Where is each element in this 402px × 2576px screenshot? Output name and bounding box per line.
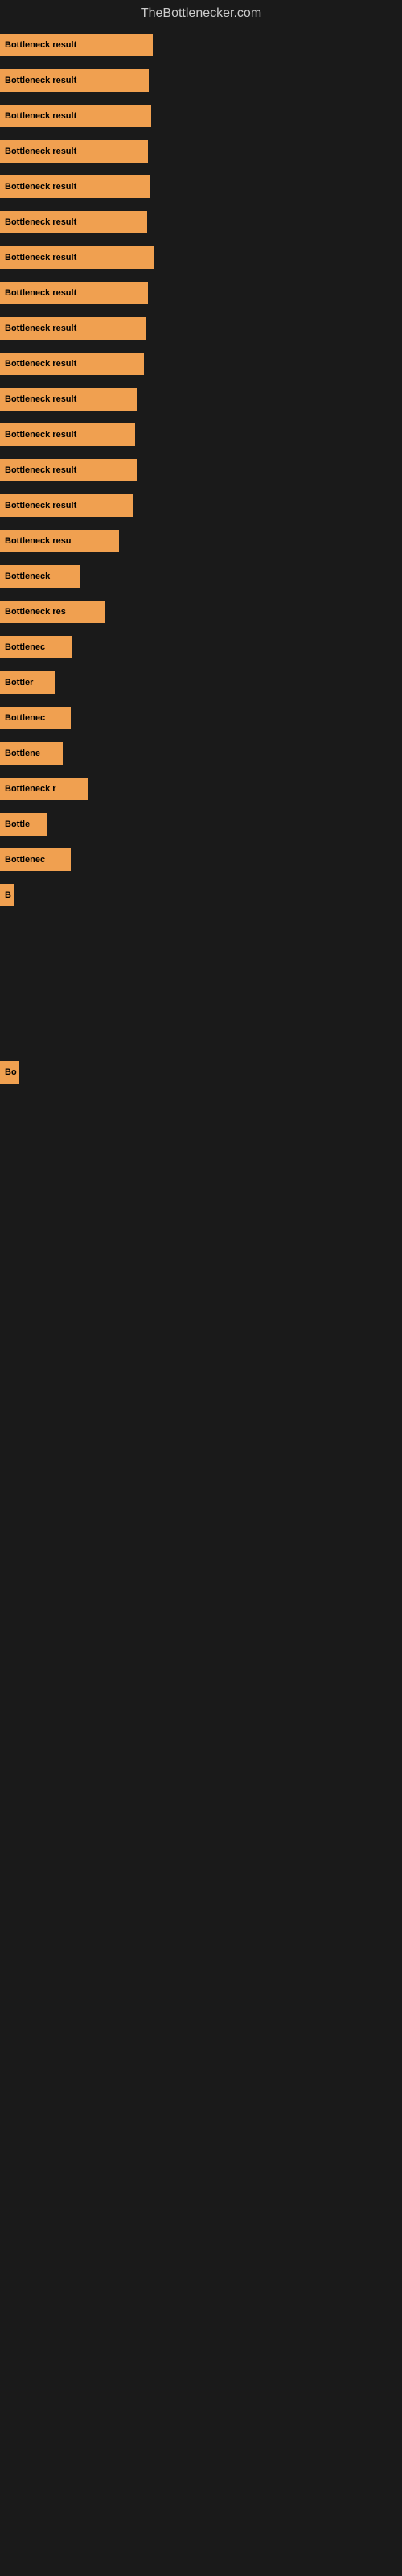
bar-row: B [0, 877, 402, 913]
bar-label: Bottleneck result [0, 388, 137, 411]
bar-row: Bottlene [0, 736, 402, 771]
bar-label: Bottlenec [0, 707, 71, 729]
bar-label: Bottleneck result [0, 494, 133, 517]
bar-row [0, 1019, 402, 1055]
bar-row: Bottleneck result [0, 204, 402, 240]
bar-label: Bo [0, 1061, 19, 1084]
bar-row [0, 1090, 402, 1125]
bar-row [0, 984, 402, 1019]
bar-row: Bottleneck r [0, 771, 402, 807]
bar-row: Bottleneck result [0, 27, 402, 63]
bar-row: Bottleneck result [0, 169, 402, 204]
bar-row: Bottleneck result [0, 488, 402, 523]
bar-label: Bottleneck result [0, 282, 148, 304]
bar-row: Bottleneck res [0, 594, 402, 630]
bar-row: Bottleneck result [0, 275, 402, 311]
bar-label: Bottleneck result [0, 246, 154, 269]
bar-row: Bottleneck result [0, 382, 402, 417]
bar-row: Bo [0, 1055, 402, 1090]
bar-label: Bottleneck result [0, 423, 135, 446]
bar-row: Bottlenec [0, 630, 402, 665]
bar-label: Bottleneck result [0, 459, 137, 481]
bar-label: Bottlenec [0, 848, 71, 871]
bar-row: Bottleneck result [0, 452, 402, 488]
bar-label: B [0, 884, 14, 906]
bar-label: Bottlene [0, 742, 63, 765]
bar-row [0, 1196, 402, 1232]
bar-label: Bottleneck result [0, 34, 153, 56]
bar-row: Bottleneck result [0, 417, 402, 452]
bar-label: Bottleneck [0, 565, 80, 588]
bar-row [0, 1161, 402, 1196]
bar-row: Bottleneck result [0, 346, 402, 382]
bar-row: Bottlenec [0, 700, 402, 736]
bar-label: Bottleneck result [0, 211, 147, 233]
bar-label: Bottleneck result [0, 317, 146, 340]
bar-row [0, 1125, 402, 1161]
bar-label: Bottler [0, 671, 55, 694]
bar-row: Bottleneck result [0, 98, 402, 134]
bar-row [0, 1232, 402, 1267]
bar-row: Bottleneck result [0, 240, 402, 275]
bar-label: Bottleneck result [0, 140, 148, 163]
site-title: TheBottlenecker.com [0, 0, 402, 27]
bar-row: Bottleneck result [0, 311, 402, 346]
bar-row: Bottleneck result [0, 134, 402, 169]
bar-label: Bottleneck result [0, 353, 144, 375]
bar-row [0, 948, 402, 984]
bar-label: Bottleneck result [0, 105, 151, 127]
bar-label: Bottleneck resu [0, 530, 119, 552]
bar-label: Bottleneck res [0, 601, 105, 623]
bar-label: Bottleneck result [0, 175, 150, 198]
bar-row: Bottler [0, 665, 402, 700]
bars-container: Bottleneck result Bottleneck result Bottle… [0, 27, 402, 1267]
bar-row: Bottleneck result [0, 63, 402, 98]
bar-label: Bottleneck r [0, 778, 88, 800]
bar-row: Bottle [0, 807, 402, 842]
bar-row: Bottleneck [0, 559, 402, 594]
bar-row: Bottleneck resu [0, 523, 402, 559]
bar-label: Bottlenec [0, 636, 72, 658]
bar-label: Bottle [0, 813, 47, 836]
bar-label: Bottleneck result [0, 69, 149, 92]
bar-row [0, 913, 402, 948]
bar-row: Bottlenec [0, 842, 402, 877]
